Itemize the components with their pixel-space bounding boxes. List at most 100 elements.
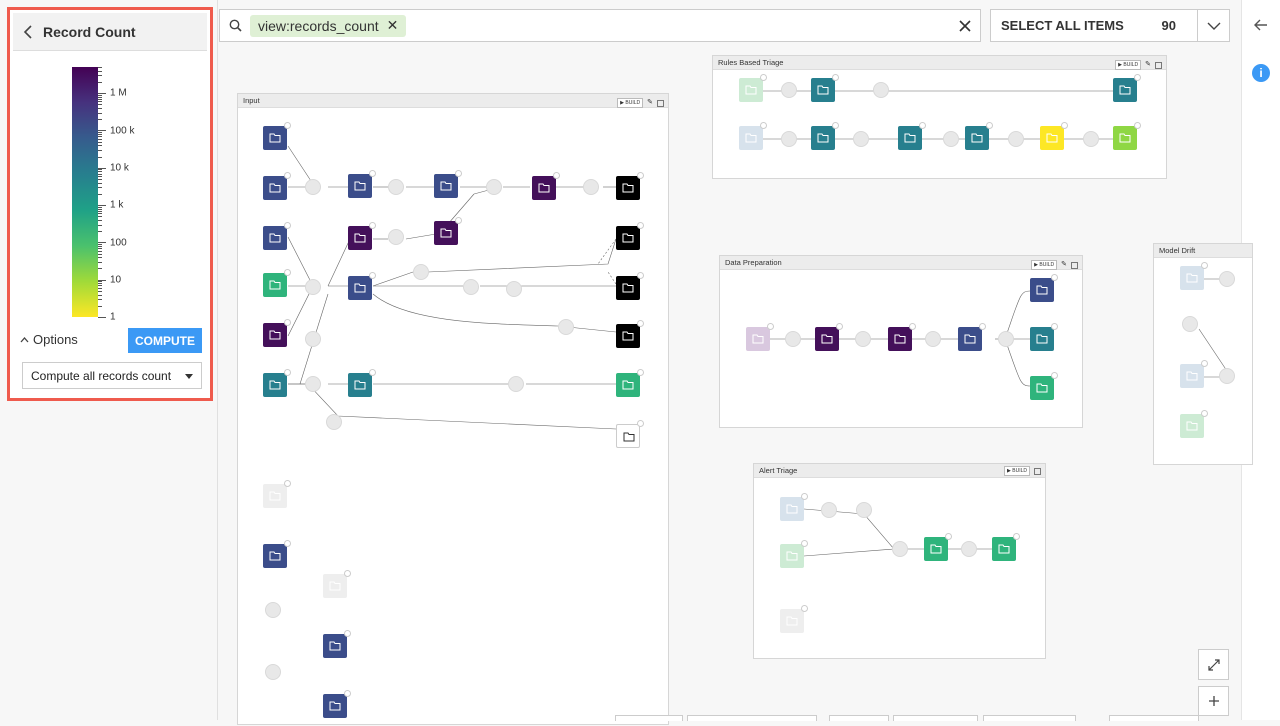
dataset-node[interactable] [263, 122, 291, 150]
dataset-node[interactable] [532, 172, 560, 200]
dataset-node[interactable] [434, 217, 462, 245]
dataset-node[interactable] [1030, 274, 1058, 302]
dataset-node[interactable] [323, 690, 351, 718]
recipe-node[interactable] [388, 179, 404, 195]
recipe-node[interactable] [856, 502, 872, 518]
dataset-node[interactable] [780, 540, 808, 568]
zoom-in-button[interactable] [1198, 686, 1229, 716]
dataset-node[interactable] [1030, 323, 1058, 351]
dataset-node[interactable] [1180, 262, 1208, 290]
zone-alert-triage[interactable]: Alert Triage ▶ BUILD [753, 463, 1046, 659]
recipe-node[interactable] [821, 502, 837, 518]
zone-model-drift[interactable]: Model Drift [1153, 243, 1253, 465]
recipe-node[interactable] [265, 602, 281, 618]
recipe-node[interactable] [855, 331, 871, 347]
select-all-items[interactable]: SELECT ALL ITEMS 90 [990, 9, 1230, 42]
recipe-node[interactable] [892, 541, 908, 557]
dataset-node[interactable] [1180, 410, 1208, 438]
zone-data-preparation[interactable]: Data Preparation ▶ BUILD ✎ [719, 255, 1083, 428]
dataset-node[interactable] [348, 369, 376, 397]
flow-search-bar[interactable]: view:records_count ✕ [219, 9, 981, 42]
recipe-node[interactable] [583, 179, 599, 195]
recipe-node[interactable] [388, 229, 404, 245]
dataset-node[interactable] [434, 170, 462, 198]
recipe-node[interactable] [961, 541, 977, 557]
fit-view-button[interactable] [1198, 649, 1229, 680]
recipe-node[interactable] [785, 331, 801, 347]
recipe-node[interactable] [326, 414, 342, 430]
recipe-node[interactable] [265, 664, 281, 680]
recipe-node[interactable] [1083, 131, 1099, 147]
dataset-node[interactable] [780, 605, 808, 633]
dataset-node[interactable] [616, 272, 644, 300]
recipe-node[interactable] [506, 281, 522, 297]
dataset-node[interactable] [263, 269, 291, 297]
dataset-node[interactable] [1040, 122, 1068, 150]
dataset-node[interactable] [1113, 74, 1141, 102]
recipe-node[interactable] [943, 131, 959, 147]
recipe-node[interactable] [305, 179, 321, 195]
recipe-node[interactable] [305, 331, 321, 347]
dataset-node[interactable] [263, 369, 291, 397]
recipe-node[interactable] [413, 264, 429, 280]
recipe-node[interactable] [558, 319, 574, 335]
dataset-node[interactable] [263, 222, 291, 250]
dataset-node[interactable] [746, 323, 774, 351]
dataset-node[interactable] [1030, 372, 1058, 400]
recipe-node[interactable] [853, 131, 869, 147]
dataset-node[interactable] [348, 222, 376, 250]
zone-rules-based-triage[interactable]: Rules Based Triage ▶ BUILD ✎ [712, 55, 1167, 179]
dataset-node[interactable] [1180, 360, 1208, 388]
recipe-node[interactable] [1219, 368, 1235, 384]
recipe-node[interactable] [486, 179, 502, 195]
dataset-node[interactable] [616, 320, 644, 348]
dataset-node[interactable] [815, 323, 843, 351]
recipe-node[interactable] [508, 376, 524, 392]
recipe-node[interactable] [873, 82, 889, 98]
recipe-node[interactable] [925, 331, 941, 347]
collapse-rail-button[interactable] [1254, 18, 1268, 36]
recipe-node[interactable] [1182, 316, 1198, 332]
dataset-node[interactable] [965, 122, 993, 150]
dataset-node[interactable] [323, 630, 351, 658]
dataset-node[interactable] [263, 540, 291, 568]
recipe-node[interactable] [781, 82, 797, 98]
compute-mode-select[interactable]: Compute all records count [22, 362, 202, 389]
dataset-node[interactable] [616, 222, 644, 250]
select-all-dropdown[interactable] [1197, 10, 1229, 41]
dataset-node[interactable] [739, 74, 767, 102]
recipe-node[interactable] [1008, 131, 1024, 147]
dataset-node[interactable] [616, 420, 644, 448]
clear-search-button[interactable] [958, 16, 972, 38]
info-button[interactable]: i [1252, 64, 1270, 82]
dataset-node[interactable] [323, 570, 351, 598]
dataset-node[interactable] [958, 323, 986, 351]
dataset-node[interactable] [348, 272, 376, 300]
recipe-node[interactable] [1219, 271, 1235, 287]
dataset-node[interactable] [348, 170, 376, 198]
dataset-node[interactable] [811, 74, 839, 102]
dataset-node[interactable] [263, 172, 291, 200]
dataset-node[interactable] [924, 533, 952, 561]
dataset-node[interactable] [898, 122, 926, 150]
dataset-node[interactable] [739, 122, 767, 150]
options-toggle[interactable]: Options [20, 332, 78, 347]
recipe-node[interactable] [305, 279, 321, 295]
close-icon[interactable]: ✕ [387, 17, 399, 34]
dataset-node[interactable] [1113, 122, 1141, 150]
recipe-node[interactable] [463, 279, 479, 295]
compute-button[interactable]: COMPUTE [128, 328, 202, 353]
dataset-node[interactable] [263, 480, 291, 508]
dataset-node[interactable] [780, 493, 808, 521]
dataset-node[interactable] [811, 122, 839, 150]
zone-input[interactable]: Input ▶ BUILD ✎ [237, 93, 669, 725]
dataset-node[interactable] [616, 172, 644, 200]
dataset-node[interactable] [992, 533, 1020, 561]
dataset-node[interactable] [616, 369, 644, 397]
recipe-node[interactable] [998, 331, 1014, 347]
dataset-node[interactable] [888, 323, 916, 351]
dataset-node[interactable] [263, 319, 291, 347]
recipe-node[interactable] [305, 376, 321, 392]
recipe-node[interactable] [781, 131, 797, 147]
back-button[interactable] [13, 13, 43, 51]
